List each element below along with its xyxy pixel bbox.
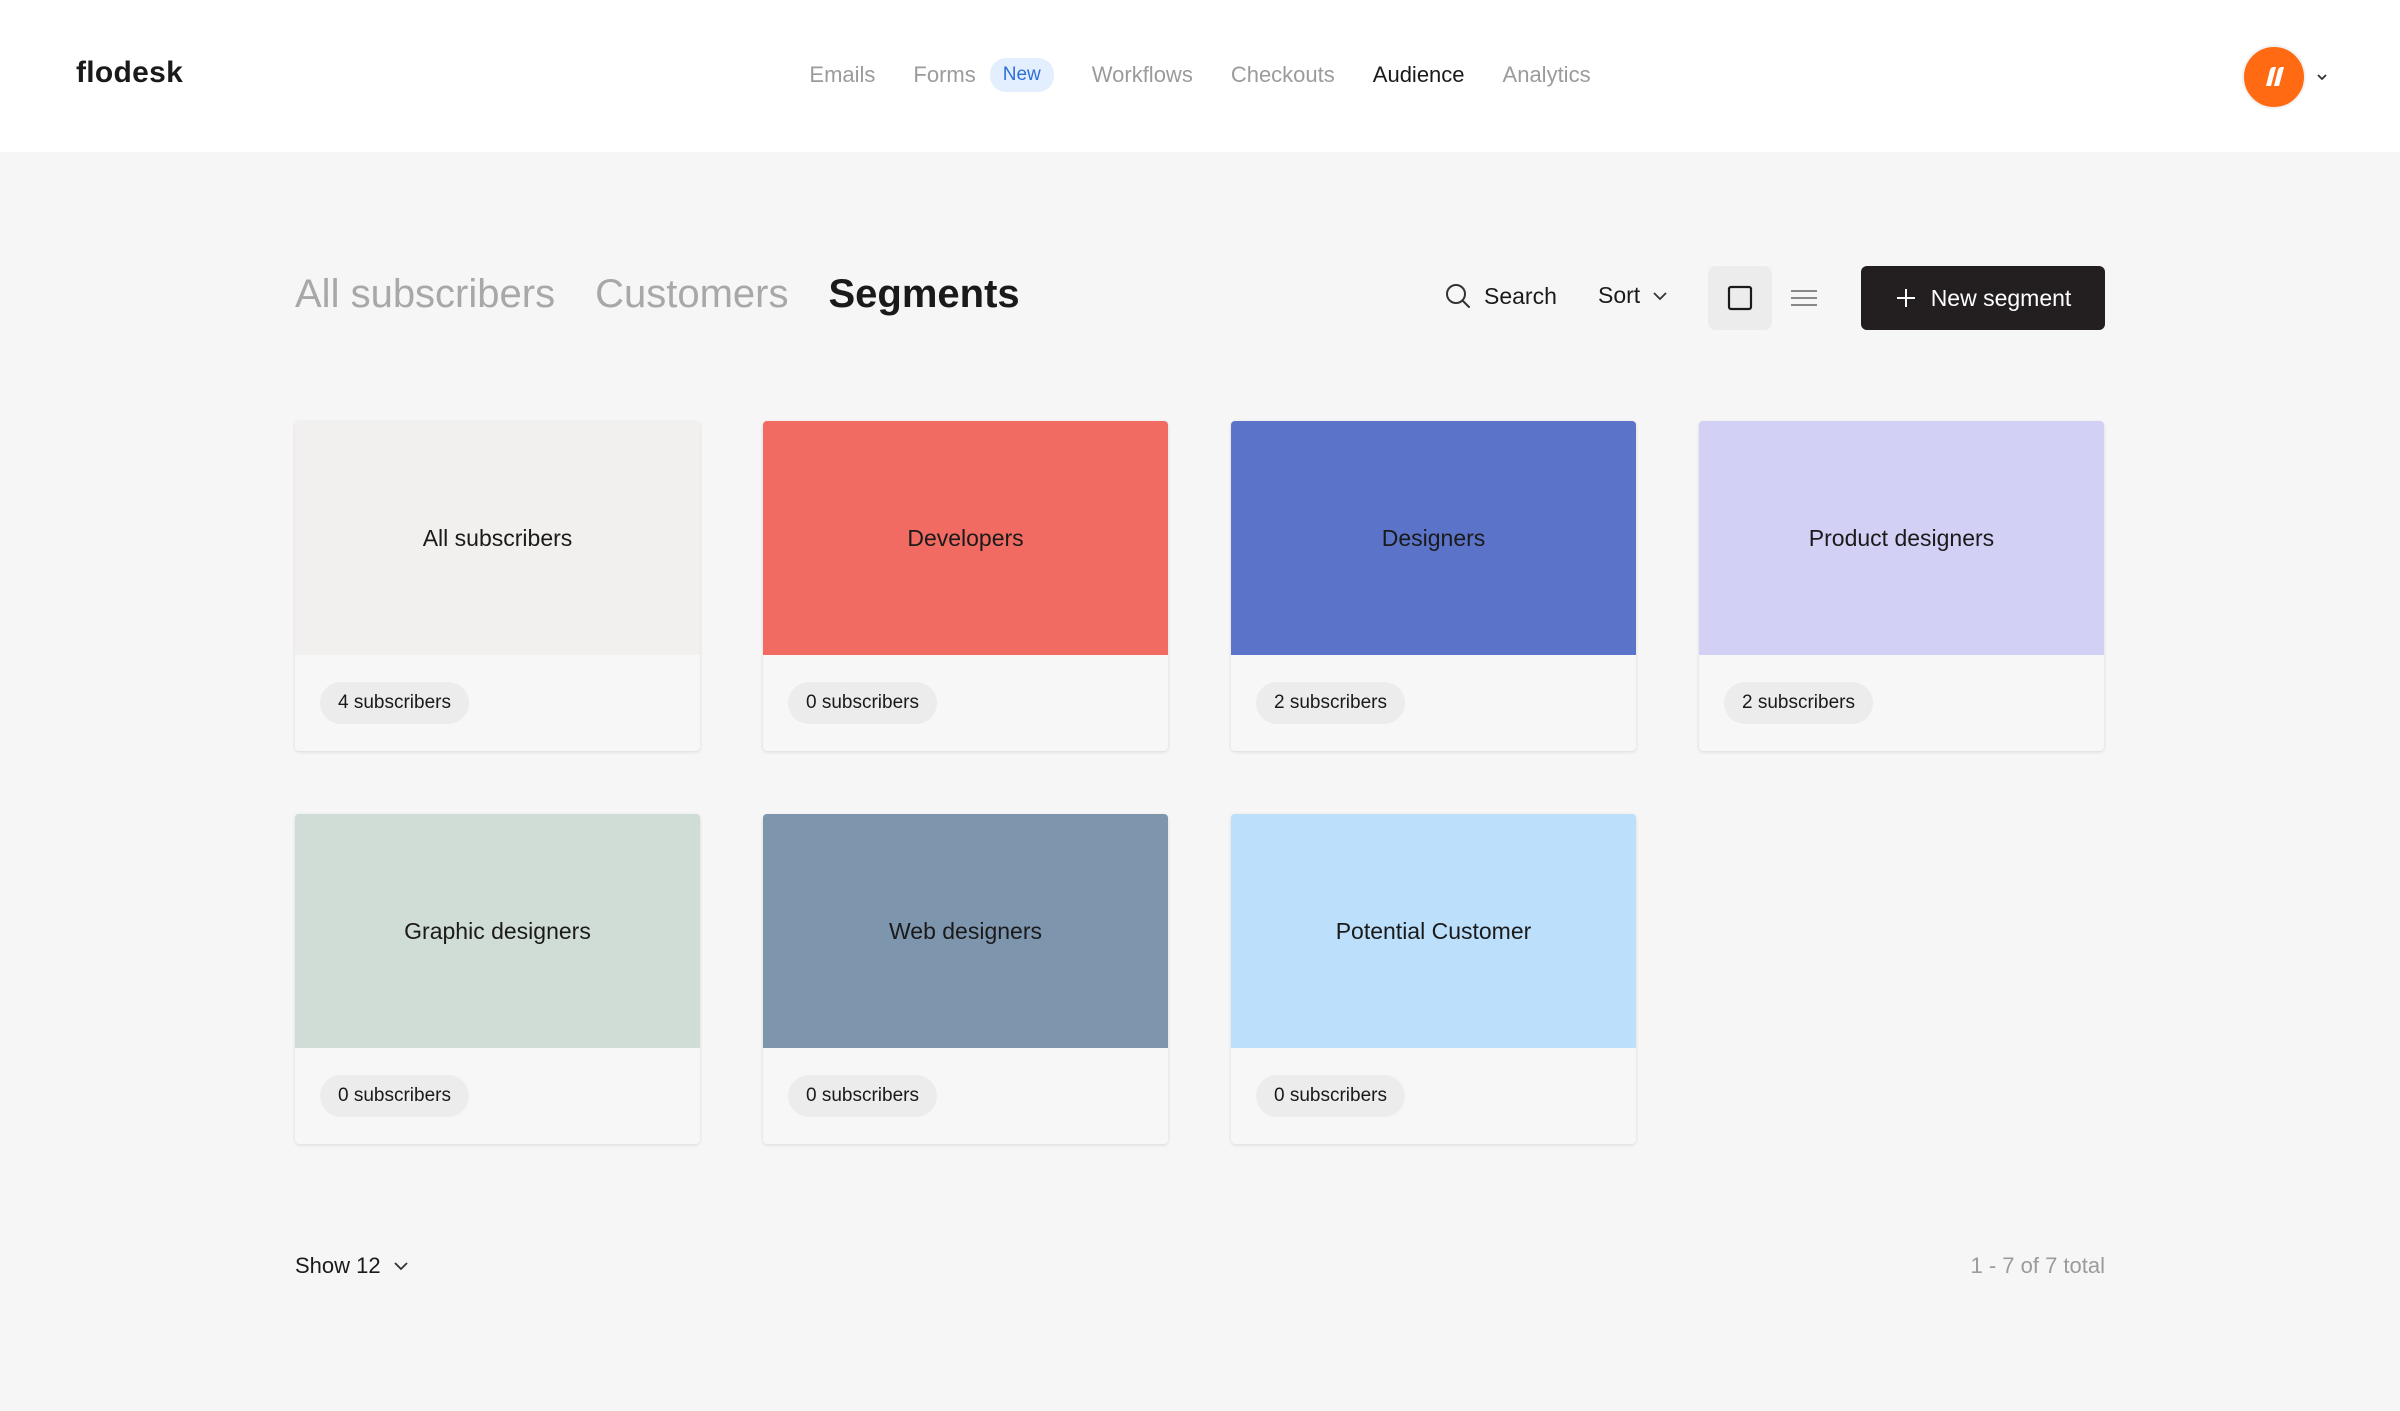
segment-name: Potential Customer <box>1335 917 1532 944</box>
grid-view-icon <box>1727 285 1753 311</box>
chevron-down-icon <box>393 1262 408 1271</box>
search-icon <box>1446 284 1470 308</box>
segment-footer: 4 subscribers <box>295 655 700 751</box>
avatar[interactable] <box>2242 45 2306 109</box>
segment-card[interactable]: Designers 2 subscribers <box>1231 421 1636 751</box>
audience-tabs: All subscribers Customers Segments <box>295 272 1060 317</box>
segment-card[interactable]: All subscribers 4 subscribers <box>295 421 700 751</box>
sort-label: Sort <box>1598 282 1641 308</box>
nav-forms-wrap: Forms New <box>913 58 1054 92</box>
segment-cover: Designers <box>1231 421 1636 655</box>
segment-footer: 0 subscribers <box>763 1048 1168 1144</box>
main-nav: Emails Forms New Workflows Checkouts Aud… <box>0 58 2400 92</box>
segment-cover: Potential Customer <box>1231 814 1636 1048</box>
segment-name: Product designers <box>1808 524 1995 551</box>
segment-card[interactable]: Product designers 2 subscribers <box>1699 421 2104 751</box>
page-size-label: Show 12 <box>295 1253 381 1278</box>
segment-grid: All subscribers 4 subscribers Developers… <box>295 421 2105 1144</box>
new-segment-label: New segment <box>1930 284 2072 311</box>
segment-footer: 2 subscribers <box>1699 655 2104 751</box>
segment-card[interactable]: Developers 0 subscribers <box>763 421 1168 751</box>
subscriber-count-badge: 4 subscribers <box>320 682 469 724</box>
list-view-icon <box>1791 290 1817 306</box>
sort-dropdown[interactable]: Sort <box>1598 282 1668 309</box>
subscriber-count-badge: 2 subscribers <box>1256 682 1405 724</box>
top-header: flodesk Emails Forms New Workflows Check… <box>0 0 2400 152</box>
list-view-toggle[interactable] <box>1772 266 1836 330</box>
nav-workflows[interactable]: Workflows <box>1092 62 1193 88</box>
segment-name: All subscribers <box>422 524 573 551</box>
segment-card[interactable]: Graphic designers 0 subscribers <box>295 814 700 1144</box>
new-badge: New <box>989 58 1054 92</box>
segment-footer: 0 subscribers <box>763 655 1168 751</box>
segment-footer: 0 subscribers <box>1231 1048 1636 1144</box>
nav-audience[interactable]: Audience <box>1373 62 1465 88</box>
nav-forms[interactable]: Forms <box>913 62 975 88</box>
segment-cover: Product designers <box>1699 421 2104 655</box>
nav-checkouts[interactable]: Checkouts <box>1231 62 1335 88</box>
subscriber-count-badge: 0 subscribers <box>320 1075 469 1117</box>
segment-name: Web designers <box>889 917 1042 944</box>
nav-analytics[interactable]: Analytics <box>1503 62 1591 88</box>
segment-name: Designers <box>1381 524 1486 551</box>
pagination-total: 1 - 7 of 7 total <box>1970 1253 2105 1278</box>
grid-view-toggle[interactable] <box>1708 266 1772 330</box>
segment-name: Graphic designers <box>404 917 591 944</box>
subscriber-count-badge: 0 subscribers <box>1256 1075 1405 1117</box>
page-size-select[interactable]: Show 12 <box>295 1253 409 1279</box>
subscriber-count-badge: 2 subscribers <box>1724 682 1873 724</box>
segment-cover: Graphic designers <box>295 814 700 1048</box>
tab-segments[interactable]: Segments <box>828 272 1019 317</box>
search-label: Search <box>1484 282 1557 309</box>
segment-footer: 2 subscribers <box>1231 655 1636 751</box>
segment-footer: 0 subscribers <box>295 1048 700 1144</box>
brand-logo-icon <box>2266 67 2284 86</box>
new-segment-button[interactable]: New segment <box>1861 266 2105 330</box>
subscriber-count-badge: 0 subscribers <box>788 682 937 724</box>
segment-name: Developers <box>907 524 1024 551</box>
plus-icon <box>1896 289 1915 307</box>
tab-all-subscribers[interactable]: All subscribers <box>295 272 555 317</box>
segment-cover: Developers <box>763 421 1168 655</box>
segment-cover: All subscribers <box>295 421 700 655</box>
nav-emails[interactable]: Emails <box>809 62 875 88</box>
subscriber-count-badge: 0 subscribers <box>788 1075 937 1117</box>
chevron-down-icon <box>1653 291 1667 300</box>
chevron-down-icon <box>2317 74 2327 81</box>
account-menu[interactable] <box>2242 45 2328 109</box>
tab-customers[interactable]: Customers <box>595 272 788 317</box>
segment-cover: Web designers <box>763 814 1168 1048</box>
segment-card[interactable]: Web designers 0 subscribers <box>763 814 1168 1144</box>
search-button[interactable]: Search <box>1444 282 1557 310</box>
segment-card[interactable]: Potential Customer 0 subscribers <box>1231 814 1636 1144</box>
